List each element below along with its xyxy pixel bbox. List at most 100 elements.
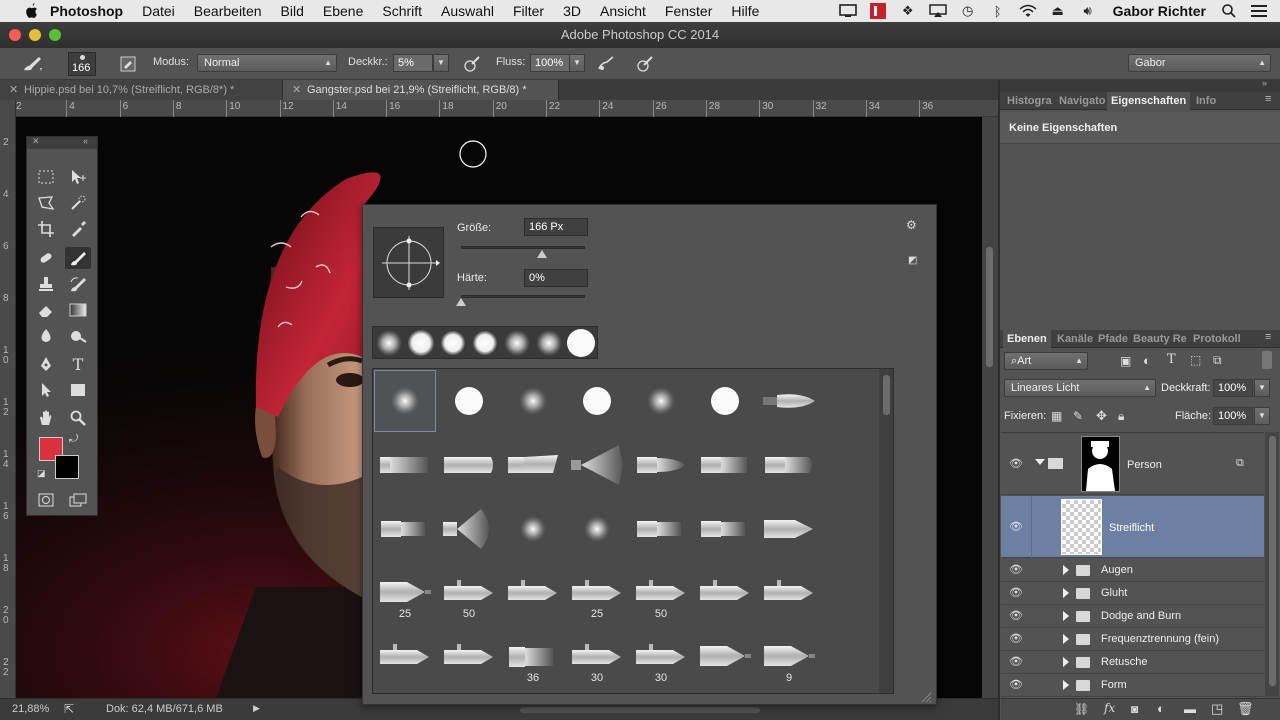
- eject-icon[interactable]: ⏏: [1049, 3, 1067, 18]
- pressure-size-icon[interactable]: [636, 55, 654, 73]
- tab-info[interactable]: Info: [1196, 92, 1216, 110]
- brush-preset[interactable]: [438, 626, 500, 688]
- time-machine-icon[interactable]: ◷: [959, 3, 977, 18]
- brush-preset[interactable]: [566, 498, 628, 560]
- resize-grip-icon[interactable]: [920, 691, 932, 703]
- panel-menu-icon[interactable]: ≡: [1265, 93, 1271, 105]
- recent-brush-3[interactable]: [441, 331, 465, 355]
- brush-size-picker[interactable]: 166: [68, 52, 96, 76]
- group-collapsed-triangle-icon[interactable]: [1063, 680, 1069, 690]
- brush-preset[interactable]: [630, 498, 692, 560]
- menu-bild[interactable]: Bild: [281, 3, 304, 19]
- brush-preset[interactable]: 25: [374, 562, 436, 624]
- panel-menu-icon[interactable]: ≡: [1265, 331, 1271, 343]
- brush-tool-preset-icon[interactable]: [20, 54, 44, 74]
- ruler-horizontal[interactable]: 2 4 6 8 10 12 14 16 18 20 22 24 26 28 30 32 34 36: [13, 100, 998, 117]
- scroll-thumb[interactable]: [1269, 436, 1276, 686]
- menu-auswahl[interactable]: Auswahl: [441, 3, 494, 19]
- size-slider-thumb[interactable]: [536, 250, 547, 258]
- menu-hilfe[interactable]: Hilfe: [731, 3, 759, 19]
- flow-dropdown-button[interactable]: ▼: [569, 54, 585, 72]
- layer-opacity-dropdown-button[interactable]: ▼: [1254, 379, 1270, 397]
- filter-smart-object-icon[interactable]: ⧉: [1213, 353, 1222, 368]
- brush-preset[interactable]: 25: [566, 562, 628, 624]
- airbrush-icon[interactable]: [597, 55, 615, 73]
- menu-ebene[interactable]: Ebene: [323, 3, 363, 19]
- new-layer-icon[interactable]: ◳: [1211, 701, 1223, 717]
- fill-dropdown-button[interactable]: ▼: [1254, 407, 1270, 425]
- brush-preset[interactable]: [374, 498, 436, 560]
- layer-opacity-field[interactable]: 100%: [1213, 379, 1253, 397]
- brush-preset[interactable]: 36: [502, 626, 564, 688]
- layer-row-streiflicht[interactable]: 👁︎ Streiflicht: [1001, 496, 1264, 558]
- tray-app-icon[interactable]: [869, 3, 887, 19]
- visibility-eye-icon[interactable]: 👁︎: [1009, 678, 1023, 691]
- visibility-eye-icon[interactable]: 👁︎: [1009, 520, 1023, 533]
- menu-schrift[interactable]: Schrift: [382, 3, 422, 19]
- tab-history[interactable]: Protokoll: [1193, 330, 1241, 348]
- preset-grid-scrollbar[interactable]: [879, 369, 893, 693]
- close-panel-icon[interactable]: ✕: [32, 136, 40, 147]
- brush-preset[interactable]: 9: [758, 626, 820, 688]
- eraser-tool-icon[interactable]: [33, 299, 59, 321]
- layer-filter-kind-dropdown[interactable]: ⌕Art ▲: [1004, 352, 1088, 370]
- brush-preset[interactable]: [502, 434, 564, 496]
- rectangle-tool-icon[interactable]: [65, 379, 91, 401]
- quick-mask-icon[interactable]: [33, 489, 59, 511]
- recent-brush-1[interactable]: [376, 330, 402, 356]
- volume-icon[interactable]: 🔊︎: [1079, 3, 1097, 18]
- menu-ansicht[interactable]: Ansicht: [600, 3, 646, 19]
- close-tab-icon[interactable]: ✕: [9, 80, 18, 100]
- brush-preset[interactable]: [374, 370, 436, 432]
- zoom-tool-icon[interactable]: [65, 407, 91, 429]
- brush-preset[interactable]: 30: [566, 626, 628, 688]
- apple-icon[interactable]: [22, 3, 40, 19]
- tab-hippie[interactable]: ✕ Hippie.psd bei 10,7% (Streiflicht, RGB…: [0, 80, 283, 100]
- hardness-input[interactable]: 0%: [524, 269, 588, 287]
- brush-panel-toggle-icon[interactable]: [120, 56, 136, 72]
- move-tool-icon[interactable]: [65, 166, 91, 188]
- healing-brush-tool-icon[interactable]: [33, 247, 59, 269]
- group-collapsed-triangle-icon[interactable]: [1063, 565, 1069, 575]
- visibility-eye-icon[interactable]: 👁︎: [1009, 457, 1023, 470]
- brush-preset[interactable]: 50: [630, 562, 692, 624]
- visibility-eye-icon[interactable]: 👁︎: [1009, 632, 1023, 645]
- tray-display-icon[interactable]: [838, 4, 857, 18]
- filter-pixel-icon[interactable]: ▣: [1120, 354, 1131, 368]
- brush-preset[interactable]: [758, 498, 820, 560]
- lock-position-icon[interactable]: ✥: [1096, 408, 1107, 424]
- tab-properties[interactable]: Eigenschaften: [1107, 92, 1191, 110]
- minimize-window-button[interactable]: [29, 29, 41, 41]
- brush-preset[interactable]: [502, 370, 564, 432]
- dodge-tool-icon[interactable]: [65, 325, 91, 347]
- menu-3d[interactable]: 3D: [563, 3, 581, 19]
- status-menu-arrow-icon[interactable]: ▶: [253, 703, 260, 714]
- recent-brush-5[interactable]: [504, 330, 530, 356]
- eyedropper-tool-icon[interactable]: [65, 218, 91, 240]
- close-window-button[interactable]: [9, 29, 21, 41]
- brush-preset[interactable]: [566, 370, 628, 432]
- brush-preset[interactable]: [758, 434, 820, 496]
- wifi-icon[interactable]: [1019, 4, 1037, 18]
- background-color-swatch[interactable]: [55, 455, 79, 479]
- pen-tool-icon[interactable]: [33, 353, 59, 375]
- hand-tool-icon[interactable]: [33, 407, 59, 429]
- blur-tool-icon[interactable]: [33, 325, 59, 347]
- layer-row-person[interactable]: 👁︎ Person ⧉: [1001, 433, 1264, 495]
- group-collapsed-triangle-icon[interactable]: [1063, 611, 1069, 621]
- brush-preset[interactable]: [566, 434, 628, 496]
- filter-toggle-switch[interactable]: [1262, 351, 1272, 369]
- layer-blend-mode-dropdown[interactable]: Lineares Licht ▲: [1004, 379, 1156, 397]
- new-group-folder-icon[interactable]: ▬: [1184, 702, 1196, 716]
- brush-preset[interactable]: 50: [438, 562, 500, 624]
- ruler-vertical[interactable]: 2 4 6 8 1 0 1 2 1 4 1 6 1 8 2 0 2 2: [0, 100, 16, 698]
- layer-thumbnail[interactable]: [1061, 499, 1102, 555]
- menu-datei[interactable]: Datei: [142, 3, 175, 19]
- layer-row-dodge-and-burn[interactable]: 👁︎ Dodge and Burn: [1001, 605, 1264, 628]
- delete-layer-trash-icon[interactable]: 🗑︎: [1237, 701, 1254, 717]
- brush-preset[interactable]: [630, 434, 692, 496]
- menu-bearbeiten[interactable]: Bearbeiten: [194, 3, 262, 19]
- dropbox-icon[interactable]: ❖: [899, 3, 917, 18]
- visibility-eye-icon[interactable]: 👁︎: [1009, 609, 1023, 622]
- tab-layers[interactable]: Ebenen: [1003, 330, 1051, 348]
